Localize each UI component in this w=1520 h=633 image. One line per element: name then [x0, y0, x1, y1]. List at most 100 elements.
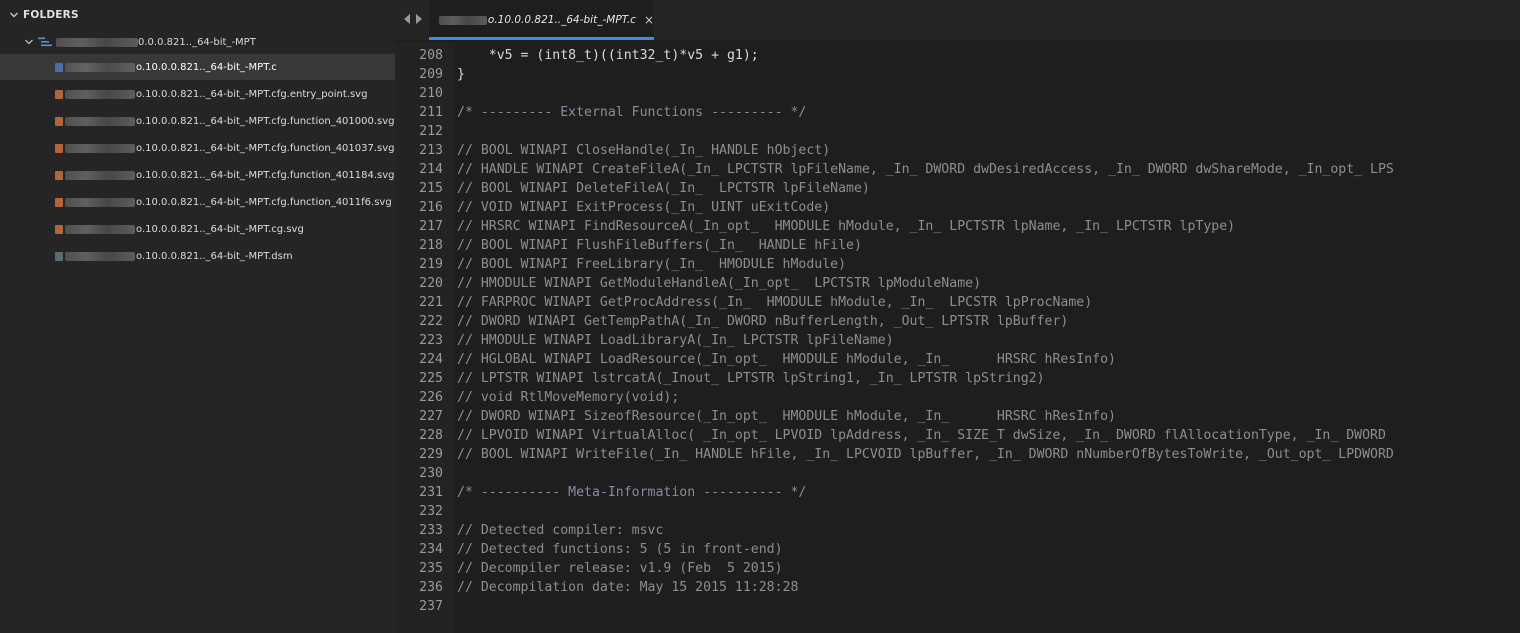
line-number: 211 — [419, 105, 443, 120]
code-line: *v5 = (int8_t)((int32_t)*v5 + g1); — [457, 48, 759, 63]
chevron-down-icon — [10, 12, 18, 18]
file-name: o.10.0.0.821.._64-bit_-MPT.cfg.function_… — [136, 142, 395, 154]
line-number: 208 — [419, 48, 443, 63]
file-item[interactable]: o.10.0.0.821.._64-bit_-MPT.cfg.function_… — [0, 162, 395, 188]
code-line: // HMODULE WINAPI LoadLibraryA(_In_ LPCT… — [457, 333, 894, 348]
line-number: 233 — [419, 523, 443, 538]
line-number: 221 — [419, 295, 443, 310]
file-item[interactable]: o.10.0.0.821.._64-bit_-MPT.cfg.entry_poi… — [0, 81, 395, 107]
chevron-down-icon — [25, 39, 33, 45]
line-number: 219 — [419, 257, 443, 272]
tab-active-indicator — [429, 37, 654, 40]
line-number: 231 — [419, 485, 443, 500]
redacted-text — [65, 170, 135, 180]
line-number: 235 — [419, 561, 443, 576]
line-number: 216 — [419, 200, 443, 215]
file-item[interactable]: o.10.0.0.821.._64-bit_-MPT.cg.svg — [0, 216, 395, 242]
code-line: // HGLOBAL WINAPI LoadResource(_In_opt_ … — [457, 352, 1116, 367]
code-line: } — [457, 67, 465, 82]
file-name: o.10.0.0.821.._64-bit_-MPT.cfg.entry_poi… — [136, 88, 368, 100]
line-number: 210 — [419, 86, 443, 101]
file-name: o.10.0.0.821.._64-bit_-MPT.cfg.function_… — [136, 169, 395, 181]
code-line: // HRSRC WINAPI FindResourceA(_In_opt_ H… — [457, 219, 1236, 234]
code-line: // LPTSTR WINAPI lstrcatA(_Inout_ LPTSTR… — [457, 371, 1045, 386]
redacted-text — [65, 224, 135, 234]
code-line: /* ---------- Meta-Information ---------… — [457, 485, 807, 500]
file-type-icon — [55, 89, 63, 99]
file-name: o.10.0.0.821.._64-bit_-MPT.dsm — [136, 250, 293, 262]
file-item[interactable]: o.10.0.0.821.._64-bit_-MPT.dsm — [0, 243, 395, 269]
line-number: 225 — [419, 371, 443, 386]
file-type-icon — [55, 224, 63, 234]
code-line: // Detected compiler: msvc — [457, 523, 664, 538]
file-name: o.10.0.0.821.._64-bit_-MPT.cfg.function_… — [136, 115, 395, 127]
file-name: o.10.0.0.821.._64-bit_-MPT.cg.svg — [136, 223, 304, 235]
redacted-text — [439, 15, 487, 25]
code-line: // BOOL WINAPI DeleteFileA(_In_ LPCTSTR … — [457, 181, 870, 196]
file-item[interactable]: o.10.0.0.821.._64-bit_-MPT.c — [0, 54, 395, 80]
line-number: 212 — [419, 124, 443, 139]
code-line: // VOID WINAPI ExitProcess(_In_ UINT uEx… — [457, 200, 831, 215]
file-name: o.10.0.0.821.._64-bit_-MPT.cfg.function_… — [136, 196, 392, 208]
file-type-icon — [55, 62, 63, 72]
line-number: 215 — [419, 181, 443, 196]
redacted-text — [65, 62, 135, 72]
line-number: 209 — [419, 67, 443, 82]
code-line: // DWORD WINAPI GetTempPathA(_In_ DWORD … — [457, 314, 1069, 329]
redacted-text — [65, 116, 135, 126]
line-number: 229 — [419, 447, 443, 462]
line-number: 234 — [419, 542, 443, 557]
folder-root[interactable]: 0.0.0.821.._64-bit_-MPT — [0, 32, 395, 52]
code-line: // HANDLE WINAPI CreateFileA(_In_ LPCTST… — [457, 162, 1394, 177]
file-item[interactable]: o.10.0.0.821.._64-bit_-MPT.cfg.function_… — [0, 135, 395, 161]
redacted-text — [65, 251, 135, 261]
file-type-icon — [55, 170, 63, 180]
sidebar: FOLDERS 0.0.0.821.._64-bit_-MPT o.10.0.0… — [0, 0, 395, 633]
line-number-gutter: 208 209 210 211 212 213 214 215 216 217 218 219 220 2… — [395, 42, 455, 633]
code-line: // Decompilation date: May 15 2015 11:28… — [457, 580, 799, 595]
file-type-icon — [55, 143, 63, 153]
tab-active-file[interactable]: o.10.0.0.821.._64-bit_-MPT.c × — [429, 0, 654, 40]
line-number: 218 — [419, 238, 443, 253]
redacted-text — [65, 89, 135, 99]
code-line: // BOOL WINAPI CloseHandle(_In_ HANDLE h… — [457, 143, 831, 158]
line-number: 227 — [419, 409, 443, 424]
tab-nav-arrows-icon[interactable] — [399, 12, 427, 26]
code-line: // FARPROC WINAPI GetProcAddress(_In_ HM… — [457, 295, 1093, 310]
code-line: // Detected functions: 5 (5 in front-end… — [457, 542, 783, 557]
code-line: // Decompiler release: v1.9 (Feb 5 2015) — [457, 561, 783, 576]
close-icon[interactable]: × — [644, 13, 654, 27]
code-line: // BOOL WINAPI WriteFile(_In_ HANDLE hFi… — [457, 447, 1394, 462]
line-numbers: 208 209 210 211 212 213 214 215 216 217 218 219 220 2… — [395, 46, 443, 616]
line-number: 237 — [419, 599, 443, 614]
line-number: 236 — [419, 580, 443, 595]
file-type-icon — [55, 251, 63, 261]
redacted-text — [65, 143, 135, 153]
line-number: 228 — [419, 428, 443, 443]
line-number: 232 — [419, 504, 443, 519]
line-number: 226 — [419, 390, 443, 405]
line-number: 213 — [419, 143, 443, 158]
folder-tree-icon — [38, 37, 52, 47]
tab-bar: o.10.0.0.821.._64-bit_-MPT.c × — [395, 0, 1520, 40]
redacted-text — [56, 37, 138, 47]
code-line: /* --------- External Functions --------… — [457, 105, 807, 120]
code-line: // LPVOID WINAPI VirtualAlloc( _In_opt_ … — [457, 428, 1386, 443]
code-line: // BOOL WINAPI FlushFileBuffers(_In_ HAN… — [457, 238, 862, 253]
line-number: 214 — [419, 162, 443, 177]
file-item[interactable]: o.10.0.0.821.._64-bit_-MPT.cfg.function_… — [0, 189, 395, 215]
file-name: o.10.0.0.821.._64-bit_-MPT.c — [136, 61, 277, 73]
file-item[interactable]: o.10.0.0.821.._64-bit_-MPT.cfg.function_… — [0, 108, 395, 134]
tab-label: o.10.0.0.821.._64-bit_-MPT.c — [487, 14, 636, 26]
line-number: 222 — [419, 314, 443, 329]
code-line: // void RtlMoveMemory(void); — [457, 390, 680, 405]
folders-header[interactable]: FOLDERS — [0, 6, 395, 24]
code-editor[interactable]: 208 209 210 211 212 213 214 215 216 217 218 219 220 2… — [395, 42, 1520, 633]
folders-title: FOLDERS — [23, 9, 79, 21]
line-number: 217 — [419, 219, 443, 234]
line-number: 224 — [419, 352, 443, 367]
